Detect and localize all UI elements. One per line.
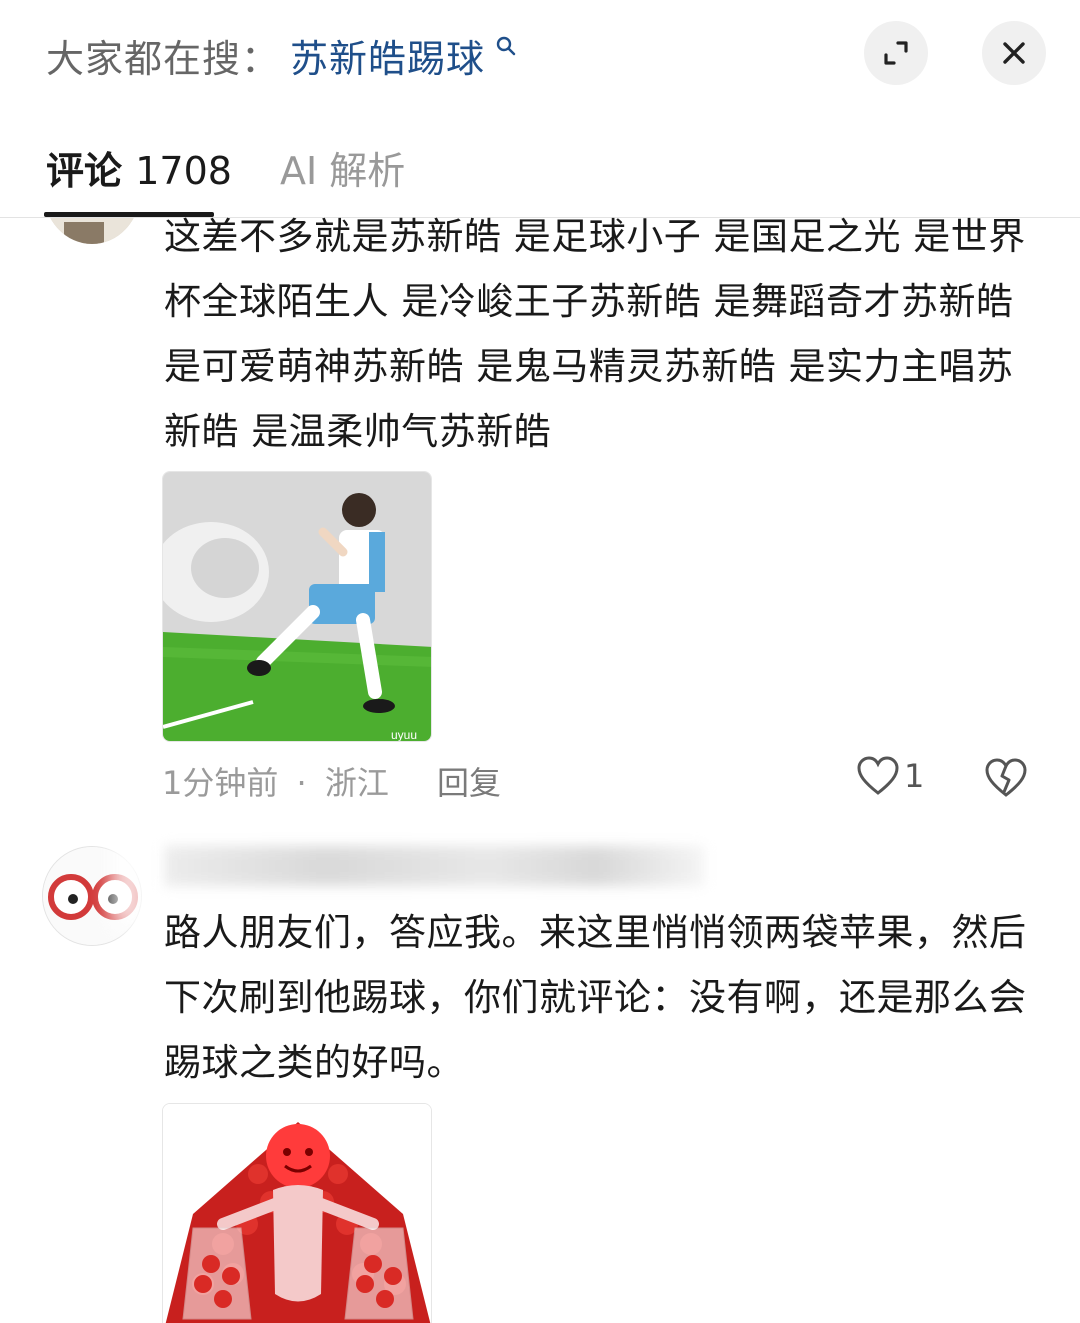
close-button[interactable] bbox=[982, 21, 1046, 85]
expand-icon bbox=[884, 41, 908, 65]
search-prefix-label: 大家都在搜： bbox=[46, 37, 281, 81]
top-bar: 大家都在搜： 苏新皓踢球 bbox=[0, 0, 1080, 110]
like-count: 1 bbox=[904, 757, 925, 795]
comment-image[interactable]: uyuu bbox=[162, 471, 432, 742]
tab-ai-analysis[interactable]: AI 解析 bbox=[280, 140, 405, 195]
tab-comments[interactable]: 评论 1708 bbox=[46, 140, 232, 195]
tab-comments-label: 评论 bbox=[46, 149, 123, 193]
broken-heart-icon[interactable] bbox=[984, 758, 1028, 798]
like-button[interactable]: 1 bbox=[856, 756, 924, 796]
comment-image[interactable] bbox=[162, 1103, 432, 1323]
blurred-username bbox=[164, 846, 704, 886]
comment-text: 这差不多就是苏新皓 是足球小子 是国足之光 是世界杯全球陌生人 是冷峻王子苏新皓… bbox=[164, 215, 1026, 453]
image-watermark: uyuu bbox=[391, 728, 417, 742]
comment-count: 1708 bbox=[135, 149, 232, 193]
comment-location: 浙江 bbox=[324, 764, 389, 802]
tab-bar: 评论 1708 AI 解析 bbox=[0, 110, 1080, 218]
comment-time: 1分钟前 bbox=[162, 764, 279, 802]
expand-button[interactable] bbox=[864, 21, 928, 85]
close-icon bbox=[1003, 42, 1025, 64]
heart-icon bbox=[857, 756, 899, 795]
reply-button[interactable]: 回复 bbox=[437, 758, 501, 804]
search-icon[interactable] bbox=[494, 34, 518, 58]
blur-overlay bbox=[110, 790, 150, 930]
search-suggestion-link[interactable]: 苏新皓踢球 bbox=[290, 28, 485, 83]
comment-meta: 1分钟前 · 浙江 bbox=[162, 758, 389, 804]
comment-text: 路人朋友们，答应我。来这里悄悄领两袋苹果，然后下次刷到他踢球，你们就评论：没有啊… bbox=[164, 911, 1027, 1084]
meta-separator: · bbox=[296, 764, 307, 802]
